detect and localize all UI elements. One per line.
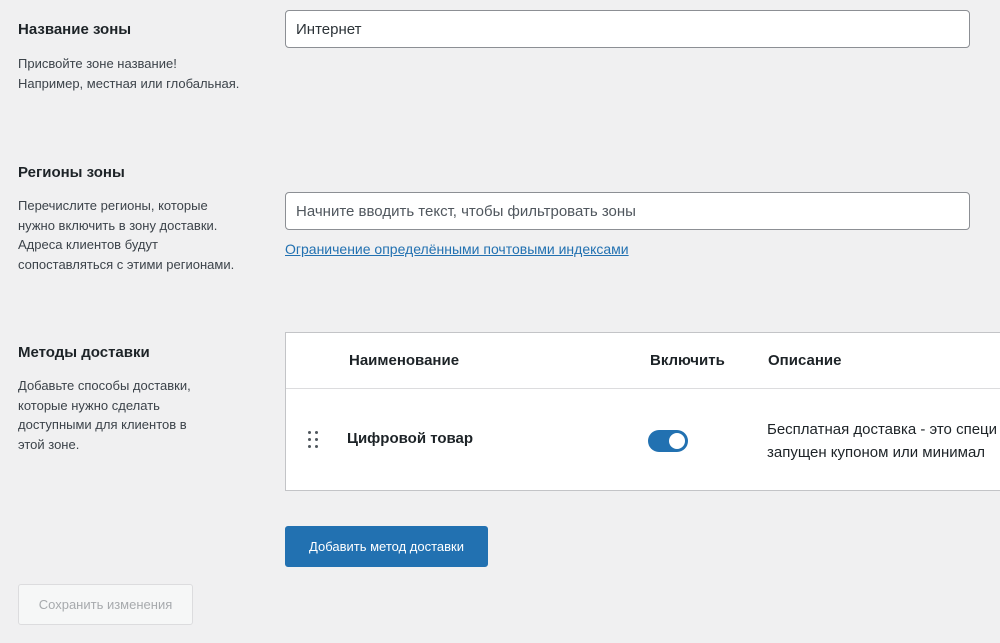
- postcode-limit-link[interactable]: Ограничение определёнными почтовыми инде…: [285, 241, 629, 257]
- drag-handle-icon[interactable]: [306, 430, 320, 450]
- method-description-line-1: Бесплатная доставка - это специ: [767, 421, 998, 438]
- column-header-description: Описание: [768, 352, 842, 369]
- method-enabled-toggle[interactable]: [648, 430, 688, 452]
- save-changes-button[interactable]: Сохранить изменения: [18, 584, 193, 625]
- zone-regions-title: Регионы зоны: [18, 164, 125, 181]
- method-name[interactable]: Цифровой товар: [347, 430, 473, 447]
- shipping-methods-table: Наименование Включить Описание Цифровой …: [285, 332, 1000, 491]
- table-header: Наименование Включить Описание: [286, 333, 1000, 389]
- toggle-knob: [669, 433, 685, 449]
- zone-name-title: Название зоны: [18, 21, 132, 38]
- zone-regions-description: Перечислите регионы, которые нужно включ…: [18, 198, 235, 272]
- zone-name-input[interactable]: [285, 10, 970, 48]
- add-shipping-method-button[interactable]: Добавить метод доставки: [285, 526, 488, 567]
- method-description-line-2: запущен купоном или минимал: [767, 444, 986, 461]
- zone-name-description: Присвойте зоне название! Например, местн…: [18, 56, 240, 91]
- method-description: Бесплатная доставка - это специ запущен …: [767, 418, 1000, 464]
- zone-regions-search-input[interactable]: [285, 192, 970, 230]
- column-header-name: Наименование: [349, 352, 460, 369]
- shipping-methods-title: Методы доставки: [18, 344, 150, 361]
- shipping-methods-description: Добавьте способы доставки, которые нужно…: [18, 378, 191, 452]
- column-header-enabled: Включить: [650, 352, 725, 369]
